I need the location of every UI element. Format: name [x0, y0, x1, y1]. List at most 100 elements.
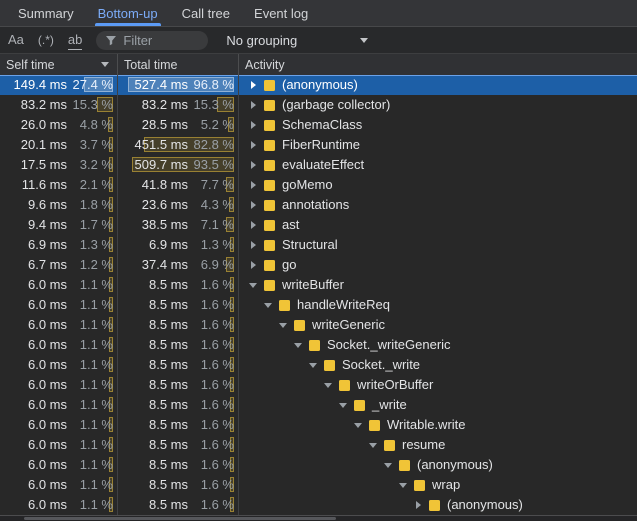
match-case-toggle[interactable]: Aa — [8, 31, 24, 49]
tab-event-log[interactable]: Event log — [245, 0, 317, 26]
time-value: 6.9 ms — [148, 237, 188, 252]
chevron-down-icon[interactable] — [307, 363, 319, 368]
regex-toggle[interactable]: (.*) — [38, 31, 54, 49]
tab-call-tree[interactable]: Call tree — [173, 0, 239, 26]
horizontal-scrollbar[interactable] — [0, 515, 637, 521]
tab-summary[interactable]: Summary — [9, 0, 83, 26]
time-percent: 7.7 % — [200, 177, 234, 192]
total-time-cell: 451.5 ms 82.8 % — [118, 135, 239, 155]
time-percent: 3.2 % — [79, 157, 113, 172]
chevron-right-icon[interactable] — [247, 121, 259, 129]
sort-desc-icon — [101, 62, 109, 67]
activity-label: _write — [372, 397, 407, 412]
table-row[interactable]: 6.0 ms 1.1 % 8.5 ms 1.6 % wrap — [0, 475, 637, 495]
time-value: 11.6 ms — [21, 177, 67, 192]
table-row[interactable]: 17.5 ms 3.2 % 509.7 ms 93.5 % evaluateEffect — [0, 155, 637, 175]
self-time-cell: 6.0 ms 1.1 % — [0, 355, 118, 375]
chevron-down-icon[interactable] — [337, 403, 349, 408]
column-header-activity[interactable]: Activity — [239, 54, 637, 75]
chevron-right-icon[interactable] — [247, 161, 259, 169]
chevron-right-icon[interactable] — [412, 501, 424, 509]
activity-cell: Socket._write — [239, 355, 637, 375]
chevron-down-icon[interactable] — [382, 463, 394, 468]
table-row[interactable]: 6.0 ms 1.1 % 8.5 ms 1.6 % Writable.write — [0, 415, 637, 435]
self-time-cell: 26.0 ms 4.8 % — [0, 115, 118, 135]
time-value: 6.9 ms — [27, 237, 67, 252]
table-row[interactable]: 6.9 ms 1.3 % 6.9 ms 1.3 % Structural — [0, 235, 637, 255]
chevron-right-icon[interactable] — [247, 221, 259, 229]
function-icon — [369, 419, 380, 431]
whole-word-toggle[interactable]: ab — [67, 31, 83, 50]
total-time-cell: 8.5 ms 1.6 % — [118, 415, 239, 435]
tab-bottom-up[interactable]: Bottom-up — [89, 0, 167, 26]
column-header-total-time[interactable]: Total time — [118, 54, 239, 75]
filter-input[interactable]: Filter — [96, 30, 209, 50]
scrollbar-thumb[interactable] — [24, 517, 336, 520]
time-percent: 1.1 % — [79, 317, 113, 332]
chevron-down-icon[interactable] — [322, 383, 334, 388]
time-value: 23.6 ms — [141, 197, 188, 212]
chevron-right-icon[interactable] — [247, 141, 259, 149]
chevron-down-icon[interactable] — [292, 343, 304, 348]
time-value: 6.0 ms — [27, 477, 67, 492]
total-time-cell: 28.5 ms 5.2 % — [118, 115, 239, 135]
chevron-right-icon[interactable] — [247, 241, 259, 249]
table-row[interactable]: 6.0 ms 1.1 % 8.5 ms 1.6 % writeGeneric — [0, 315, 637, 335]
chevron-down-icon[interactable] — [367, 443, 379, 448]
time-percent: 82.8 % — [193, 137, 234, 152]
chevron-right-icon[interactable] — [247, 181, 259, 189]
time-value: 6.0 ms — [27, 277, 67, 292]
time-percent: 7.1 % — [200, 217, 234, 232]
function-icon — [309, 339, 320, 351]
time-percent: 1.6 % — [200, 377, 234, 392]
table-row[interactable]: 6.0 ms 1.1 % 8.5 ms 1.6 % _write — [0, 395, 637, 415]
time-percent: 1.1 % — [79, 377, 113, 392]
table-row[interactable]: 20.1 ms 3.7 % 451.5 ms 82.8 % FiberRuntime — [0, 135, 637, 155]
chevron-right-icon[interactable] — [247, 101, 259, 109]
table-row[interactable]: 6.0 ms 1.1 % 8.5 ms 1.6 % resume — [0, 435, 637, 455]
chevron-right-icon[interactable] — [247, 201, 259, 209]
time-value: 6.0 ms — [27, 417, 67, 432]
total-time-cell: 38.5 ms 7.1 % — [118, 215, 239, 235]
chevron-down-icon[interactable] — [247, 283, 259, 288]
chevron-down-icon[interactable] — [262, 303, 274, 308]
table-row[interactable]: 149.4 ms 27.4 % 527.4 ms 96.8 % (anonymous) — [0, 75, 637, 95]
table-row[interactable]: 9.4 ms 1.7 % 38.5 ms 7.1 % ast — [0, 215, 637, 235]
activity-label: Socket._write — [342, 357, 421, 372]
total-time-cell: 41.8 ms 7.7 % — [118, 175, 239, 195]
table-row[interactable]: 6.0 ms 1.1 % 8.5 ms 1.6 % handleWriteReq — [0, 295, 637, 315]
table-row[interactable]: 9.6 ms 1.8 % 23.6 ms 4.3 % annotations — [0, 195, 637, 215]
function-icon — [264, 179, 275, 191]
chevron-down-icon[interactable] — [397, 483, 409, 488]
table-row[interactable]: 6.7 ms 1.2 % 37.4 ms 6.9 % go — [0, 255, 637, 275]
grouping-select[interactable]: No grouping — [222, 33, 372, 48]
self-time-cell: 6.0 ms 1.1 % — [0, 315, 118, 335]
table-row[interactable]: 6.0 ms 1.1 % 8.5 ms 1.6 % (anonymous) — [0, 495, 637, 515]
table-row[interactable]: 6.0 ms 1.1 % 8.5 ms 1.6 % Socket._write — [0, 355, 637, 375]
table-row[interactable]: 11.6 ms 2.1 % 41.8 ms 7.7 % goMemo — [0, 175, 637, 195]
time-percent: 1.6 % — [200, 337, 234, 352]
table-row[interactable]: 83.2 ms 15.3 % 83.2 ms 15.3 % (garbage colle… — [0, 95, 637, 115]
time-percent: 1.1 % — [79, 417, 113, 432]
time-value: 41.8 ms — [141, 177, 188, 192]
table-row[interactable]: 6.0 ms 1.1 % 8.5 ms 1.6 % (anonymous) — [0, 455, 637, 475]
self-time-cell: 6.0 ms 1.1 % — [0, 495, 118, 515]
chevron-down-icon[interactable] — [277, 323, 289, 328]
time-value: 8.5 ms — [148, 417, 188, 432]
table-row[interactable]: 26.0 ms 4.8 % 28.5 ms 5.2 % SchemaClass — [0, 115, 637, 135]
self-time-cell: 6.0 ms 1.1 % — [0, 335, 118, 355]
activity-label: ast — [282, 217, 300, 232]
table-row[interactable]: 6.0 ms 1.1 % 8.5 ms 1.6 % writeOrBuffer — [0, 375, 637, 395]
chevron-right-icon[interactable] — [247, 81, 259, 89]
time-percent: 1.6 % — [200, 357, 234, 372]
column-header-self-time[interactable]: Self time — [0, 54, 118, 75]
chevron-right-icon[interactable] — [247, 261, 259, 269]
activity-label: Writable.write — [387, 417, 466, 432]
time-value: 6.0 ms — [27, 437, 67, 452]
chevron-down-icon[interactable] — [352, 423, 364, 428]
time-value: 8.5 ms — [148, 277, 188, 292]
activity-label: (anonymous) — [282, 77, 358, 92]
table-row[interactable]: 6.0 ms 1.1 % 8.5 ms 1.6 % Socket._writeGener… — [0, 335, 637, 355]
filter-funnel-icon — [106, 36, 117, 46]
table-row[interactable]: 6.0 ms 1.1 % 8.5 ms 1.6 % writeBuffer — [0, 275, 637, 295]
